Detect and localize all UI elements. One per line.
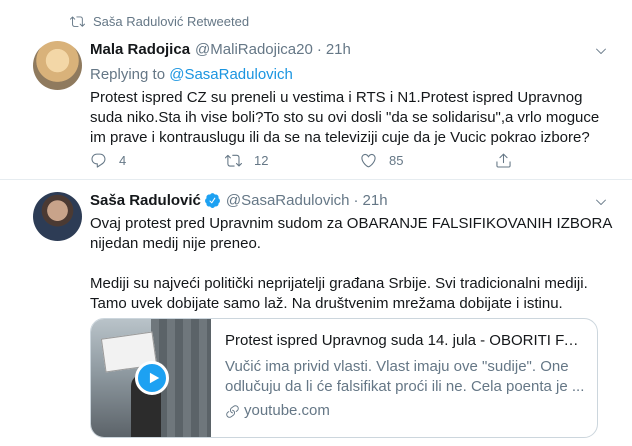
card-title: Protest ispred Upravnog suda 14. jula - … (225, 332, 585, 349)
tweet-timestamp[interactable]: 21h (363, 192, 388, 209)
play-icon (149, 372, 159, 384)
tweet-header: Mala Radojica @MaliRadojica20 · 21h (90, 41, 351, 58)
author-name[interactable]: Saša Radulović (90, 192, 201, 209)
link-preview-card[interactable]: Protest ispred Upravnog suda 14. jula - … (90, 318, 598, 438)
tweet-header: Saša Radulović @SasaRadulovich · 21h (90, 192, 388, 209)
retweet-count: 12 (254, 153, 269, 168)
chevron-down-icon[interactable] (594, 44, 608, 58)
like-count: 85 (389, 153, 404, 168)
author-handle[interactable]: @SasaRadulovich (226, 192, 350, 209)
chevron-down-icon[interactable] (594, 195, 608, 209)
tweet-timestamp[interactable]: 21h (326, 41, 351, 58)
author-handle[interactable]: @MaliRadojica20 (195, 41, 313, 58)
card-domain-text: youtube.com (244, 402, 330, 419)
tweet-actions: 4 12 85 (90, 152, 630, 169)
author-name[interactable]: Mala Radojica (90, 41, 190, 58)
share-icon (496, 153, 511, 168)
like-button[interactable]: 85 (360, 152, 495, 169)
retweet-icon (225, 154, 242, 167)
reply-icon (91, 153, 106, 168)
link-icon (226, 404, 239, 418)
reply-button[interactable]: 4 (90, 152, 225, 169)
tweet-sasa-radulovic[interactable]: Saša Radulović @SasaRadulovich · 21h Ova… (0, 181, 632, 446)
verified-badge-icon (204, 193, 220, 208)
replying-to-line: Replying to @SasaRadulovich (90, 66, 293, 83)
replying-prefix: Replying to (90, 66, 166, 83)
tweet-mala-radojica[interactable]: Saša Radulović Retweeted Mala Radojica @… (0, 0, 632, 180)
tweet-text: Ovaj protest pred Upravnim sudom za OBAR… (90, 215, 613, 312)
play-button[interactable] (135, 361, 169, 395)
replying-handle-link[interactable]: @SasaRadulovich (169, 66, 293, 83)
avatar[interactable] (33, 192, 82, 241)
reply-count: 4 (119, 153, 127, 168)
retweeted-by-text: Saša Radulović Retweeted (93, 14, 250, 29)
retweet-button[interactable]: 12 (225, 152, 360, 169)
card-domain: youtube.com (225, 401, 585, 421)
retweet-icon (70, 16, 85, 27)
separator-dot: · (353, 192, 359, 209)
share-button[interactable] (495, 152, 630, 169)
card-description: Vučić ima privid vlasti. Vlast imaju ove… (225, 358, 585, 395)
tweet-text: Protest ispred CZ su preneli u vestima i… (90, 89, 600, 146)
video-thumbnail[interactable] (91, 319, 211, 437)
separator-dot: · (316, 41, 322, 58)
avatar[interactable] (33, 41, 82, 90)
like-icon (361, 153, 376, 168)
card-body: Protest ispred Upravnog suda 14. jula - … (225, 331, 585, 421)
retweeted-by-line[interactable]: Saša Radulović Retweeted (70, 14, 249, 29)
